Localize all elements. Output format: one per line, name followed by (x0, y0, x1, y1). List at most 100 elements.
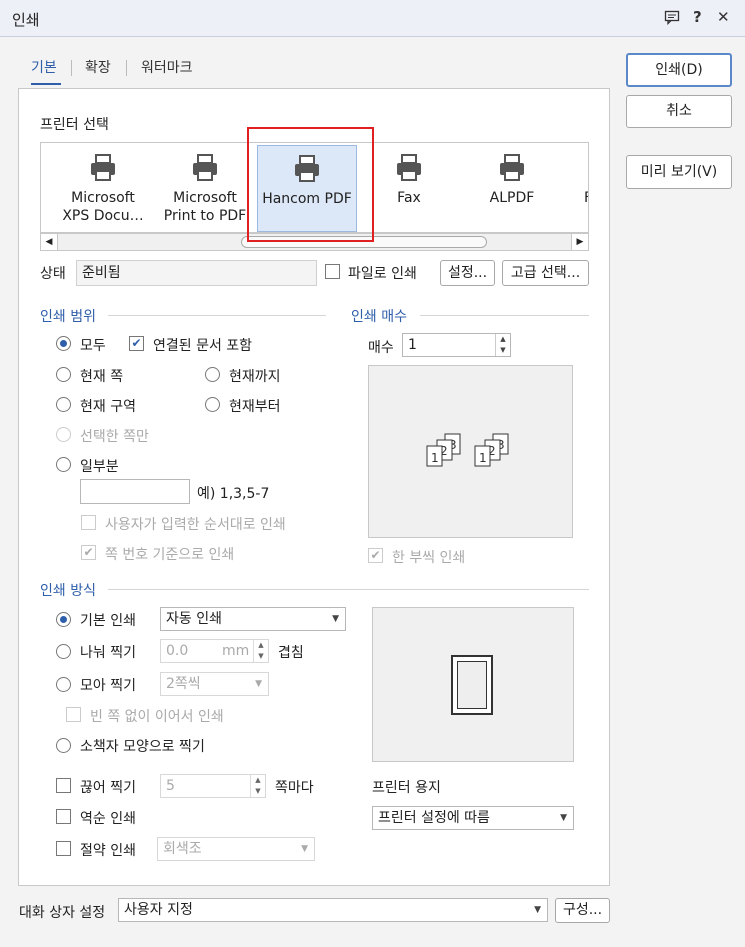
configure-button[interactable]: 구성... (555, 898, 610, 923)
title-bar: 인쇄 ? ✕ (0, 0, 745, 37)
tab-watermark[interactable]: 워터마크 (141, 57, 193, 77)
page-number-basis-label: 쪽 번호 기준으로 인쇄 (105, 547, 235, 563)
copies-stepper[interactable]: ▲ ▼ (495, 334, 510, 356)
scroll-left-icon[interactable]: ◀ (41, 234, 58, 250)
basic-print-select[interactable]: 자동 인쇄 ▼ (160, 607, 346, 631)
printer-item[interactable]: Fax (359, 143, 459, 232)
chevron-down-icon: ▼ (534, 905, 541, 915)
printer-settings-button[interactable]: 설정... (440, 260, 495, 286)
tab-extended[interactable]: 확장 (85, 57, 111, 77)
user-order-label: 사용자가 입력한 순서대로 인쇄 (105, 517, 286, 533)
saving-select[interactable]: 회색조 ▼ (157, 837, 315, 861)
printer-item[interactable]: F (564, 143, 588, 232)
method-basic-radio[interactable] (56, 612, 71, 627)
paper-label: 프린터 용지 (372, 780, 441, 796)
range-current-page-radio[interactable] (56, 367, 71, 382)
user-order-checkbox[interactable] (81, 515, 96, 530)
break-print-label: 끊어 찍기 (80, 780, 136, 796)
gather-select-value: 2쪽씩 (166, 676, 201, 692)
highlight-box (247, 127, 374, 242)
range-until-current-label: 현재까지 (229, 369, 281, 385)
copies-title: 인쇄 매수 (351, 309, 407, 325)
saving-print-checkbox[interactable] (56, 841, 71, 856)
page-number-basis-checkbox[interactable]: ✔ (81, 545, 96, 560)
gather-select[interactable]: 2쪽씩 ▼ (160, 672, 269, 696)
copies-preview: 3 2 1 3 2 1 (368, 365, 573, 538)
chevron-down-icon: ▼ (332, 614, 339, 624)
range-selected-only-label: 선택한 쪽만 (80, 429, 149, 445)
printer-item[interactable]: Microsoft Print to PDF (155, 143, 255, 232)
chevron-down-icon: ▼ (255, 679, 262, 689)
status-field: 준비됨 (76, 260, 317, 286)
advanced-select-label: 고급 선택... (510, 265, 581, 281)
printer-icon (497, 153, 527, 188)
range-from-current-radio[interactable] (205, 397, 220, 412)
range-all-radio[interactable] (56, 336, 71, 351)
break-print-checkbox[interactable] (56, 778, 71, 793)
configure-button-label: 구성... (562, 902, 603, 918)
printer-icon (88, 153, 118, 188)
preview-button[interactable]: 미리 보기(V) (626, 155, 732, 189)
printer-name: F (584, 189, 588, 207)
printer-item[interactable]: ALPDF (462, 143, 562, 232)
printer-icon (190, 153, 220, 188)
print-button-label: 인쇄(D) (655, 62, 703, 78)
cancel-button[interactable]: 취소 (626, 95, 732, 128)
include-linked-checkbox[interactable]: ✔ (129, 336, 144, 351)
scroll-right-icon[interactable]: ▶ (571, 234, 588, 250)
divider (108, 315, 326, 316)
method-split-radio[interactable] (56, 644, 71, 659)
split-stepper[interactable]: ▲ ▼ (253, 640, 268, 662)
range-partial-radio[interactable] (56, 457, 71, 472)
range-partial-label: 일부분 (80, 459, 119, 475)
range-current-section-label: 현재 구역 (80, 399, 136, 415)
close-icon[interactable]: ✕ (717, 8, 730, 26)
printer-name-line2: XPS Docu… (62, 208, 144, 224)
page-thumbnail (451, 655, 493, 715)
help-icon[interactable]: ? (693, 8, 702, 26)
divider (108, 589, 589, 590)
paper-select[interactable]: 프린터 설정에 따름 ▼ (372, 806, 574, 830)
file-print-label: 파일로 인쇄 (348, 266, 417, 282)
method-gather-radio[interactable] (56, 677, 71, 692)
printer-item[interactable]: Microsoft XPS Docu… (53, 143, 153, 232)
split-unit: mm (222, 643, 250, 659)
saving-select-value: 회색조 (163, 841, 202, 857)
printer-settings-label: 설정... (447, 265, 488, 281)
reverse-print-label: 역순 인쇄 (80, 811, 136, 827)
partial-example-label: 예) 1,3,5-7 (197, 486, 270, 502)
file-print-checkbox[interactable] (325, 264, 340, 279)
method-booklet-radio[interactable] (56, 738, 71, 753)
basic-print-select-value: 자동 인쇄 (166, 611, 222, 627)
range-selected-only-radio[interactable] (56, 427, 71, 442)
status-label: 상태 (40, 266, 66, 282)
dialog-settings-select[interactable]: 사용자 지정 ▼ (118, 898, 548, 922)
dialog-settings-label: 대화 상자 설정 (19, 905, 106, 921)
reverse-print-checkbox[interactable] (56, 809, 71, 824)
collate-checkbox[interactable]: ✔ (368, 548, 383, 563)
chevron-down-icon: ▼ (301, 844, 308, 854)
range-until-current-radio[interactable] (205, 367, 220, 382)
print-range-title: 인쇄 범위 (40, 309, 96, 325)
advanced-select-button[interactable]: 고급 선택... (502, 260, 589, 286)
range-from-current-label: 현재부터 (229, 399, 281, 415)
printer-section-title: 프린터 선택 (40, 117, 109, 133)
no-blank-label: 빈 쪽 없이 이어서 인쇄 (90, 709, 224, 725)
printer-name-line2: Print to PDF (163, 208, 247, 224)
print-button[interactable]: 인쇄(D) (626, 53, 732, 87)
include-linked-label: 연결된 문서 포함 (153, 338, 253, 354)
break-stepper[interactable]: ▲ ▼ (250, 775, 265, 797)
partial-range-input[interactable] (80, 479, 190, 504)
range-current-page-label: 현재 쪽 (80, 369, 124, 385)
collate-digit: 1 (479, 451, 487, 465)
active-tab-indicator (31, 83, 61, 85)
range-current-section-radio[interactable] (56, 397, 71, 412)
preview-button-label: 미리 보기(V) (640, 164, 718, 180)
method-booklet-label: 소책자 모양으로 찍기 (80, 739, 205, 755)
comment-icon[interactable] (664, 9, 680, 29)
tab-basic[interactable]: 기본 (31, 57, 57, 77)
printer-name: Fax (397, 190, 421, 206)
no-blank-checkbox[interactable] (66, 707, 81, 722)
collate-digit: 1 (431, 451, 439, 465)
printer-name: Microsoft (173, 190, 237, 206)
